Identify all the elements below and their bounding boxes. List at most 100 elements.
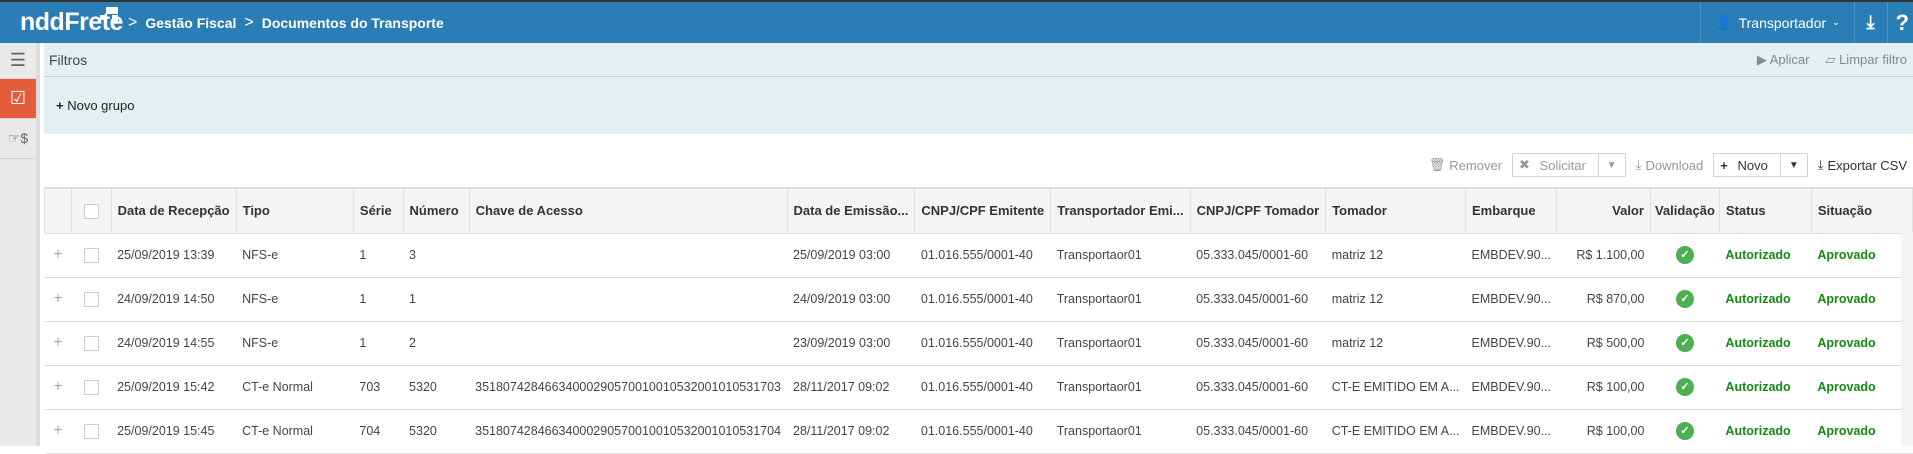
table-cell: R$ 500,00: [1556, 321, 1651, 366]
column-header[interactable]: CNPJ/CPF Tomador: [1189, 187, 1327, 234]
table-cell: Autorizado: [1719, 321, 1812, 366]
table-cell: 05.333.045/0001-60: [1190, 277, 1326, 322]
new-group-button[interactable]: + Novo grupo: [56, 98, 134, 113]
column-header[interactable]: Validação: [1649, 187, 1720, 234]
table-cell: [469, 321, 788, 366]
apply-button[interactable]: ▶ Aplicar: [1757, 52, 1810, 68]
vertical-scrollbar[interactable]: [1901, 232, 1913, 446]
table-cell: Transportaor01: [1050, 409, 1191, 454]
expand-row-icon[interactable]: +: [44, 233, 72, 278]
validation-cell: ✓: [1650, 321, 1720, 366]
table-cell: 05.333.045/0001-60: [1190, 409, 1326, 454]
caret-down-icon[interactable]: ▼: [1597, 154, 1625, 176]
table-cell: 05.333.045/0001-60: [1190, 233, 1326, 278]
table-cell: CT-e Normal: [236, 409, 354, 454]
table-cell: CT-E EMITIDO EM A...: [1325, 365, 1466, 410]
new-button[interactable]: + Novo: [1714, 154, 1780, 176]
validation-cell: ✓: [1650, 233, 1720, 278]
table-row[interactable]: +25/09/2019 15:42 CT-e Normal 703 5320 35180…: [44, 365, 1913, 410]
row-checkbox[interactable]: [83, 379, 99, 395]
chevron-down-icon: ⌄: [1832, 17, 1840, 27]
table-cell: EMBDEV.90...: [1465, 277, 1557, 322]
table-cell: R$ 100,00: [1556, 365, 1651, 410]
new-split-button[interactable]: + Novo ▼: [1713, 153, 1808, 177]
download-label: Download: [1645, 157, 1704, 173]
download-center-button[interactable]: ⤓: [1853, 2, 1887, 43]
caret-down-icon[interactable]: ▼: [1779, 154, 1807, 176]
table-cell: matriz 12: [1325, 233, 1466, 278]
table-cell: NFS-e: [236, 321, 354, 366]
expand-row-icon[interactable]: +: [44, 277, 72, 322]
column-header[interactable]: Data de Recepção: [110, 187, 237, 234]
row-checkbox[interactable]: [83, 423, 99, 439]
row-select-cell: [71, 409, 112, 454]
table-cell: Aprovado: [1811, 277, 1913, 322]
expand-row-icon[interactable]: +: [44, 409, 72, 454]
clear-filter-button[interactable]: ▱ Limpar filtro: [1825, 52, 1907, 68]
user-menu[interactable]: 👤 Transportador ⌄: [1700, 2, 1853, 43]
table-cell: 01.016.555/0001-40: [914, 233, 1051, 278]
table-cell: matriz 12: [1325, 321, 1466, 366]
table-row[interactable]: +24/09/2019 14:55 NFS-e 1 2 23/09/2019 03:00…: [44, 321, 1913, 366]
table-row[interactable]: +24/09/2019 14:50 NFS-e 1 1 24/09/2019 03:00…: [44, 277, 1913, 322]
table-cell: 1: [353, 277, 404, 322]
table-cell: R$ 100,00: [1556, 409, 1651, 454]
table-cell: 01.016.555/0001-40: [914, 365, 1051, 410]
row-checkbox[interactable]: [83, 247, 99, 263]
table-cell: Aprovado: [1811, 233, 1913, 278]
check-circle-icon: ✓: [1675, 246, 1694, 264]
expand-row-icon[interactable]: +: [44, 365, 72, 410]
export-csv-button[interactable]: ⤓ Exportar CSV: [1818, 157, 1907, 173]
hand-money-icon[interactable]: ☞$: [0, 119, 36, 159]
column-header[interactable]: Transportador Emi...: [1050, 187, 1191, 234]
check-circle-icon: ✓: [1675, 378, 1694, 396]
column-header[interactable]: CNPJ/CPF Emitente: [914, 187, 1052, 234]
new-label: Novo: [1737, 157, 1768, 173]
remove-button[interactable]: 🗑 Remover: [1429, 157, 1502, 173]
request-split-button[interactable]: ✖ Solicitar ▼: [1512, 153, 1626, 177]
table-cell: Transportaor01: [1050, 365, 1191, 410]
row-checkbox[interactable]: [83, 291, 99, 307]
table-row[interactable]: +25/09/2019 13:39 NFS-e 1 3 25/09/2019 03:00…: [44, 233, 1913, 278]
table-cell: Autorizado: [1719, 233, 1812, 278]
download-button[interactable]: ⤓ Download: [1636, 157, 1704, 173]
help-button[interactable]: ?: [1886, 2, 1913, 43]
column-header[interactable]: Situação: [1810, 187, 1913, 234]
column-header[interactable]: Status: [1718, 187, 1812, 234]
check-circle-icon: ✓: [1675, 422, 1694, 440]
table-cell: Aprovado: [1811, 321, 1913, 366]
check-circle-icon: ✓: [1675, 290, 1694, 308]
table-cell: 05.333.045/0001-60: [1190, 365, 1326, 410]
table-cell: matriz 12: [1325, 277, 1466, 322]
apply-label: Aplicar: [1769, 52, 1810, 67]
check-circle-icon: ✓: [1675, 334, 1694, 352]
table-cell: 23/09/2019 03:00: [787, 321, 915, 366]
column-header[interactable]: Chave de Acesso: [468, 187, 788, 234]
column-header[interactable]: Número: [402, 187, 470, 234]
column-header[interactable]: Embarque: [1464, 187, 1558, 234]
column-header[interactable]: Tomador: [1325, 187, 1466, 234]
expand-row-icon[interactable]: +: [44, 321, 72, 366]
table-cell: 5320: [403, 409, 470, 454]
checklist-icon[interactable]: ☑: [0, 79, 36, 119]
breadcrumb-item[interactable]: Gestão Fiscal: [145, 15, 236, 31]
toolbar: 🗑 Remover ✖ Solicitar ▼ ⤓ Download + Novo ▼ …: [1429, 153, 1907, 177]
column-header[interactable]: Data de Emissão...: [786, 187, 916, 234]
column-header[interactable]: Série: [352, 187, 404, 234]
export-label: Exportar CSV: [1827, 157, 1907, 173]
documents-table: Data de Recepção Tipo Série Número Chave de …: [43, 187, 1913, 454]
table-row[interactable]: +25/09/2019 15:45 CT-e Normal 704 5320 35180…: [44, 409, 1913, 454]
table-cell: 25/09/2019 13:39: [111, 233, 237, 278]
table-cell: 3518074284663400029057001001053200101053…: [469, 409, 788, 454]
column-header[interactable]: Tipo: [235, 187, 354, 234]
select-all-checkbox[interactable]: [83, 203, 99, 219]
chevron-right-icon: >: [244, 14, 254, 31]
table-cell: NFS-e: [236, 233, 354, 278]
row-checkbox[interactable]: [83, 335, 99, 351]
column-header[interactable]: Valor: [1556, 187, 1651, 234]
menu-icon[interactable]: ☰: [0, 43, 36, 79]
table-cell: 01.016.555/0001-40: [914, 409, 1051, 454]
top-bar: nddFrete > Gestão Fiscal > Documentos do…: [0, 0, 1913, 43]
filters-title: Filtros: [49, 51, 88, 68]
request-button[interactable]: ✖ Solicitar: [1513, 154, 1598, 176]
